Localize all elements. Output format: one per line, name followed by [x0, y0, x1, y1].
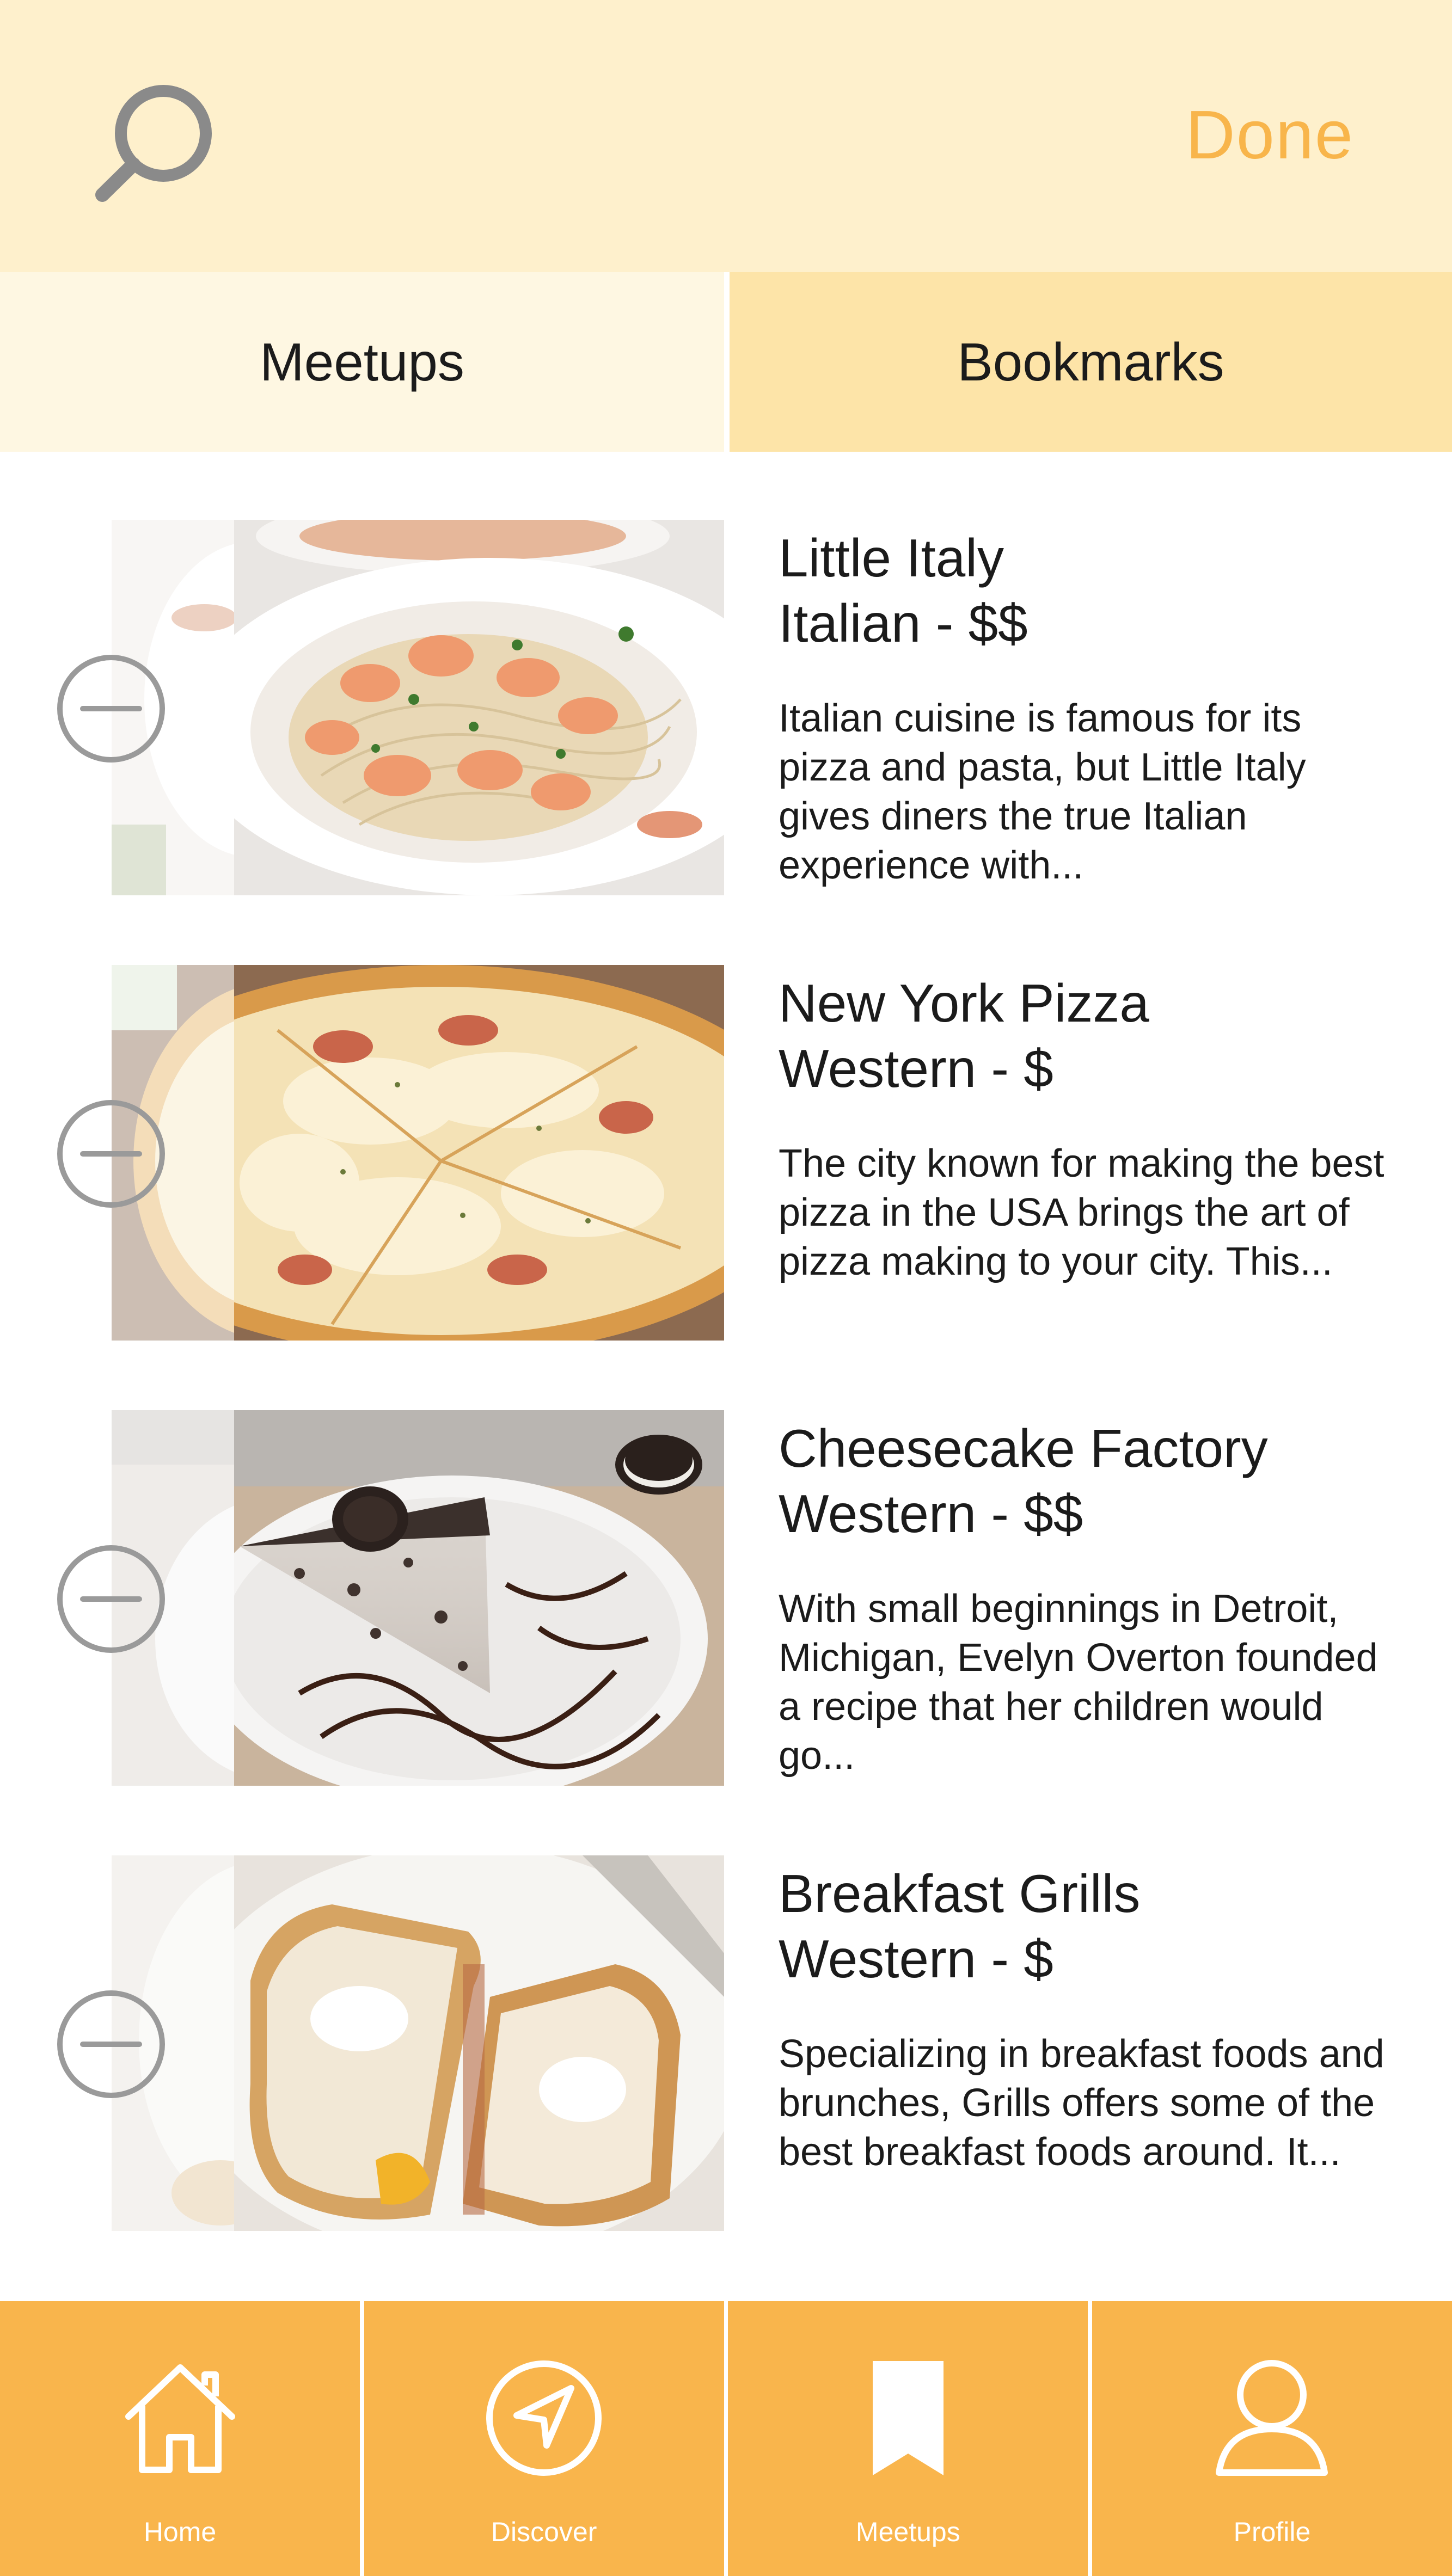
- shrimp-pasta-photo[interactable]: [234, 520, 724, 895]
- profile-icon: [1216, 2360, 1328, 2476]
- nav-meetups-label: Meetups: [855, 2517, 960, 2547]
- remove-bookmark-icon[interactable]: [56, 1098, 167, 1210]
- pepperoni-pizza-photo[interactable]: [234, 965, 724, 1341]
- segment-tabs: Meetups Bookmarks: [0, 272, 1452, 452]
- bookmark-icon: [872, 2361, 944, 2475]
- restaurant-info: Breakfast Grills Western - $ Specializin…: [779, 1861, 1388, 2177]
- oreo-cheesecake-photo[interactable]: [234, 1410, 724, 1786]
- restaurant-info: Cheesecake Factory Western - $$ With sma…: [779, 1416, 1388, 1780]
- top-bar: Done: [0, 0, 1452, 272]
- tab-meetups[interactable]: Meetups: [0, 272, 724, 452]
- restaurant-cuisine-price: Western - $$: [779, 1484, 1083, 1544]
- restaurant-cuisine-price: Western - $: [779, 1038, 1053, 1098]
- restaurant-info: Little Italy Italian - $$ Italian cuisin…: [779, 525, 1388, 890]
- nav-home-label: Home: [143, 2517, 217, 2547]
- list-item[interactable]: Breakfast Grills Western - $ Specializin…: [0, 1855, 1452, 2301]
- compass-icon: [486, 2360, 602, 2476]
- list-item[interactable]: New York Pizza Western - $ The city know…: [0, 965, 1452, 1410]
- restaurant-name[interactable]: Cheesecake Factory: [779, 1416, 1388, 1481]
- nav-profile[interactable]: Profile: [1092, 2301, 1452, 2576]
- remove-bookmark-icon[interactable]: [56, 1989, 167, 2100]
- bottom-nav: Home Discover Meetups Profile: [0, 2301, 1452, 2576]
- restaurant-description: Italian cuisine is famous for its pizza …: [779, 697, 1306, 887]
- egg-toast-sandwich-photo[interactable]: [234, 1855, 724, 2231]
- restaurant-info: New York Pizza Western - $ The city know…: [779, 970, 1388, 1286]
- search-icon[interactable]: [93, 82, 218, 207]
- list-item[interactable]: Cheesecake Factory Western - $$ With sma…: [0, 1410, 1452, 1855]
- restaurant-name[interactable]: Little Italy: [779, 525, 1388, 591]
- restaurant-description: The city known for making the best pizza…: [779, 1142, 1384, 1283]
- bookmark-list: Little Italy Italian - $$ Italian cuisin…: [0, 520, 1452, 2301]
- tab-divider: [724, 272, 730, 452]
- nav-meetups[interactable]: Meetups: [728, 2301, 1088, 2576]
- nav-home[interactable]: Home: [0, 2301, 360, 2576]
- restaurant-cuisine-price: Italian - $$: [779, 593, 1028, 653]
- restaurant-name[interactable]: Breakfast Grills: [779, 1861, 1388, 1926]
- nav-profile-label: Profile: [1233, 2517, 1311, 2547]
- restaurant-description: Specializing in breakfast foods and brun…: [779, 2032, 1384, 2174]
- done-button[interactable]: Done: [1186, 95, 1354, 174]
- nav-discover[interactable]: Discover: [364, 2301, 724, 2576]
- remove-bookmark-icon[interactable]: [56, 1544, 167, 1655]
- nav-discover-label: Discover: [491, 2517, 597, 2547]
- list-item[interactable]: Little Italy Italian - $$ Italian cuisin…: [0, 520, 1452, 965]
- tab-bookmarks[interactable]: Bookmarks: [730, 272, 1452, 452]
- restaurant-description: With small beginnings in Detroit, Michig…: [779, 1587, 1378, 1778]
- home-icon: [125, 2364, 235, 2473]
- restaurant-cuisine-price: Western - $: [779, 1929, 1053, 1989]
- remove-bookmark-icon[interactable]: [56, 653, 167, 765]
- restaurant-name[interactable]: New York Pizza: [779, 970, 1388, 1036]
